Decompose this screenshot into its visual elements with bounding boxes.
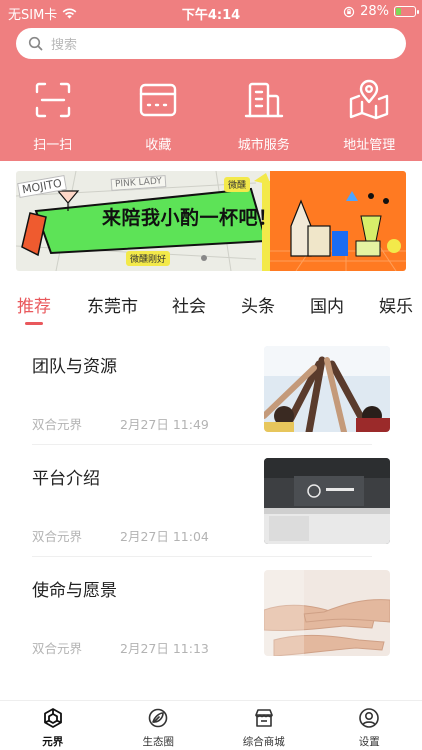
news-item[interactable]: 团队与资源 双合元界 2月27日 11:49 bbox=[16, 346, 406, 458]
nav-label: 生态圈 bbox=[142, 736, 175, 748]
map-location-icon bbox=[350, 79, 389, 120]
quick-action-favorites[interactable]: 收藏 bbox=[106, 78, 212, 156]
news-time: 2月27日 11:04 bbox=[120, 529, 209, 544]
active-tab-indicator bbox=[25, 322, 43, 325]
quick-action-label: 收藏 bbox=[145, 138, 172, 153]
tab-headlines[interactable]: 头条 bbox=[241, 292, 275, 317]
quick-action-address[interactable]: 地址管理 bbox=[317, 78, 422, 156]
news-time: 2月27日 11:13 bbox=[120, 641, 209, 656]
news-source: 双合元界 bbox=[32, 529, 83, 544]
news-title: 平台介绍 bbox=[32, 469, 100, 489]
search-bar[interactable]: 搜索 bbox=[16, 28, 406, 59]
battery-icon bbox=[394, 6, 419, 17]
banner-tag: 微醺 bbox=[224, 177, 251, 192]
news-title: 使命与愿景 bbox=[32, 581, 117, 601]
battery-percent: 28% bbox=[360, 4, 389, 19]
ecosphere-icon bbox=[148, 708, 168, 728]
news-item[interactable]: 使命与愿景 双合元界 2月27日 11:13 bbox=[16, 570, 406, 682]
nav-label: 元界 bbox=[42, 736, 64, 748]
tab-domestic[interactable]: 国内 bbox=[310, 292, 344, 317]
news-source: 双合元界 bbox=[32, 641, 83, 656]
news-thumbnail-team bbox=[264, 346, 390, 432]
list-divider bbox=[32, 556, 372, 557]
settings-user-icon bbox=[359, 708, 380, 728]
quick-action-scan[interactable]: 扫一扫 bbox=[0, 78, 106, 156]
quick-action-label: 扫一扫 bbox=[33, 138, 73, 153]
banner-headline: 来陪我小酌一杯吧！ bbox=[102, 207, 278, 229]
quick-action-label: 地址管理 bbox=[343, 138, 396, 153]
metaverse-icon bbox=[43, 708, 62, 728]
list-divider bbox=[32, 444, 372, 445]
favorites-icon bbox=[140, 83, 177, 117]
bottom-navigation: 元界 生态圈 综合商城 设置 bbox=[0, 700, 422, 750]
scan-icon bbox=[35, 82, 70, 118]
news-title: 团队与资源 bbox=[32, 357, 117, 377]
battery-fill bbox=[396, 8, 401, 15]
tab-entertainment[interactable]: 娱乐 bbox=[379, 292, 413, 317]
search-input[interactable]: 搜索 bbox=[51, 34, 77, 53]
news-thumbnail-office bbox=[264, 458, 390, 544]
search-icon bbox=[28, 36, 43, 51]
news-thumbnail-hands bbox=[264, 570, 390, 656]
nav-item-mall[interactable]: 综合商城 bbox=[211, 701, 317, 750]
promo-banner[interactable]: MOJITO PINK LADY 来陪我小酌一杯吧！ 微醺刚好 微醺 bbox=[16, 171, 406, 271]
banner-tag: 微醺刚好 bbox=[126, 251, 171, 266]
city-building-icon bbox=[244, 82, 283, 118]
rotation-lock-icon bbox=[343, 6, 355, 17]
status-bar: 无SIM卡 下午4:14 28% bbox=[0, 0, 422, 24]
nav-item-metaverse[interactable]: 元界 bbox=[0, 701, 106, 750]
nav-item-settings[interactable]: 设置 bbox=[317, 701, 422, 750]
quick-actions: 扫一扫 收藏 城市服务 地址管理 bbox=[0, 78, 422, 156]
header: 无SIM卡 下午4:14 28% 搜索 扫一扫 收藏 城市服务 地址管理 bbox=[0, 0, 422, 161]
nav-label: 设置 bbox=[358, 736, 380, 748]
app-screen: 无SIM卡 下午4:14 28% 搜索 扫一扫 收藏 城市服务 地址管理 MOJ… bbox=[0, 0, 422, 750]
news-source: 双合元界 bbox=[32, 417, 83, 432]
mall-icon bbox=[254, 709, 273, 727]
news-item[interactable]: 平台介绍 双合元界 2月27日 11:04 bbox=[16, 458, 406, 570]
quick-action-label: 城市服务 bbox=[237, 138, 290, 153]
category-tabs: 推荐 东莞市 社会 头条 国内 娱乐 bbox=[0, 292, 422, 326]
tab-recommended[interactable]: 推荐 bbox=[17, 292, 51, 317]
tab-society[interactable]: 社会 bbox=[172, 292, 206, 317]
news-time: 2月27日 11:49 bbox=[120, 417, 209, 432]
quick-action-city-services[interactable]: 城市服务 bbox=[211, 78, 317, 156]
status-right: 28% bbox=[343, 4, 419, 19]
nav-item-ecosphere[interactable]: 生态圈 bbox=[106, 701, 212, 750]
nav-label: 综合商城 bbox=[242, 736, 285, 748]
tab-dongguan[interactable]: 东莞市 bbox=[87, 292, 138, 317]
